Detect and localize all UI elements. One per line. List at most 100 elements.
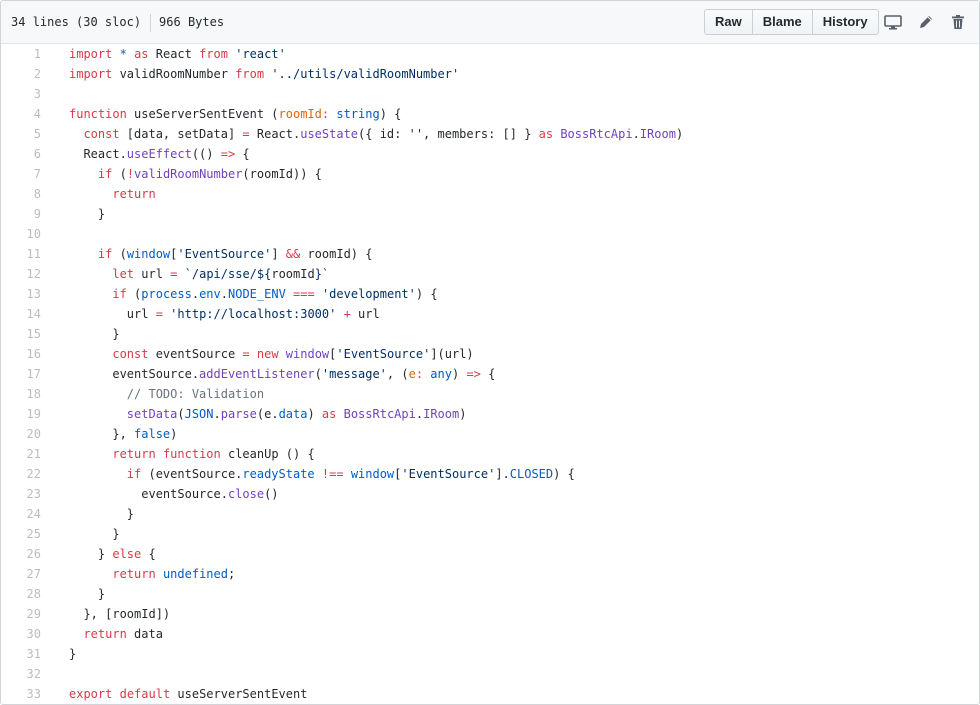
line-number[interactable]: 17 bbox=[1, 364, 41, 384]
line-number[interactable]: 29 bbox=[1, 604, 41, 624]
line-number[interactable]: 9 bbox=[1, 204, 41, 224]
code-token: ) bbox=[675, 127, 684, 141]
code-token: process bbox=[141, 287, 192, 301]
code-token: ( bbox=[314, 367, 322, 381]
code-token: { bbox=[141, 547, 156, 561]
code-line: 8 return bbox=[1, 184, 979, 204]
code-token: ( bbox=[112, 167, 127, 181]
line-number[interactable]: 4 bbox=[1, 104, 41, 124]
code-token: `/api/sse/${ bbox=[184, 267, 272, 281]
line-number[interactable]: 10 bbox=[1, 224, 41, 244]
line-content: export default useServerSentEvent bbox=[69, 684, 307, 704]
line-number[interactable]: 27 bbox=[1, 564, 41, 584]
history-button[interactable]: History bbox=[811, 9, 879, 35]
desktop-icon[interactable] bbox=[884, 13, 902, 31]
blame-button[interactable]: Blame bbox=[751, 9, 813, 35]
line-number[interactable]: 23 bbox=[1, 484, 41, 504]
code-token: ( bbox=[112, 247, 127, 261]
line-number[interactable]: 15 bbox=[1, 324, 41, 344]
line-number[interactable]: 5 bbox=[1, 124, 41, 144]
code-token: 'react' bbox=[235, 47, 286, 61]
line-number[interactable]: 20 bbox=[1, 424, 41, 444]
code-token: window bbox=[285, 347, 330, 361]
code-token: IRoom bbox=[639, 127, 676, 141]
line-number[interactable]: 30 bbox=[1, 624, 41, 644]
line-content: }, false) bbox=[69, 424, 177, 444]
line-number[interactable]: 2 bbox=[1, 64, 41, 84]
line-number[interactable]: 21 bbox=[1, 444, 41, 464]
code-line: 19 setData(JSON.parse(e.data) as BossRtc… bbox=[1, 404, 979, 424]
code-token: => bbox=[220, 147, 236, 161]
divider bbox=[150, 13, 152, 32]
code-token: } bbox=[69, 527, 120, 541]
line-content: } bbox=[69, 524, 120, 544]
line-number[interactable]: 3 bbox=[1, 84, 41, 104]
line-content: import validRoomNumber from '../utils/va… bbox=[69, 64, 459, 84]
line-content: if (eventSource.readyState !== window['E… bbox=[69, 464, 575, 484]
code-line: 10 bbox=[1, 224, 979, 244]
code-line: 23 eventSource.close() bbox=[1, 484, 979, 504]
code-token: import bbox=[69, 67, 113, 81]
code-token: ) { bbox=[553, 467, 575, 481]
code-token: any bbox=[430, 367, 452, 381]
line-number[interactable]: 14 bbox=[1, 304, 41, 324]
code-line: 21 return function cleanUp () { bbox=[1, 444, 979, 464]
line-number[interactable]: 31 bbox=[1, 644, 41, 664]
raw-button[interactable]: Raw bbox=[704, 9, 753, 35]
code-line: 6 React.useEffect(() => { bbox=[1, 144, 979, 164]
line-content: url = 'http://localhost:3000' + url bbox=[69, 304, 380, 324]
line-number[interactable]: 8 bbox=[1, 184, 41, 204]
line-number[interactable]: 32 bbox=[1, 664, 41, 684]
code-token: import bbox=[69, 47, 113, 61]
line-number[interactable]: 7 bbox=[1, 164, 41, 184]
line-number[interactable]: 25 bbox=[1, 524, 41, 544]
code-line: 5 const [data, setData] = React.useState… bbox=[1, 124, 979, 144]
code-token: ](url) bbox=[430, 347, 474, 361]
code-token: roomId bbox=[278, 107, 322, 121]
code-line: 28 } bbox=[1, 584, 979, 604]
code-token: false bbox=[134, 427, 171, 441]
line-number[interactable]: 22 bbox=[1, 464, 41, 484]
code-line: 24 } bbox=[1, 504, 979, 524]
line-number[interactable]: 28 bbox=[1, 584, 41, 604]
code-token: (e. bbox=[256, 407, 279, 421]
code-token: { bbox=[480, 367, 496, 381]
line-number[interactable]: 24 bbox=[1, 504, 41, 524]
line-number[interactable]: 12 bbox=[1, 264, 41, 284]
line-number[interactable]: 1 bbox=[1, 44, 41, 64]
code-line: 7 if (!validRoomNumber(roomId)) { bbox=[1, 164, 979, 184]
code-token: ; bbox=[227, 567, 236, 581]
code-token: from bbox=[235, 67, 265, 81]
line-number[interactable]: 33 bbox=[1, 684, 41, 704]
code-token: validRoomNumber bbox=[112, 67, 236, 81]
line-count: 34 lines (30 sloc) bbox=[11, 15, 142, 29]
line-number[interactable]: 6 bbox=[1, 144, 41, 164]
pencil-icon[interactable] bbox=[917, 13, 935, 31]
code-token: . bbox=[220, 287, 228, 301]
line-content: return function cleanUp () { bbox=[69, 444, 314, 464]
line-number[interactable]: 26 bbox=[1, 544, 41, 564]
code-token: => bbox=[466, 367, 481, 381]
code-token: return bbox=[83, 627, 127, 641]
line-number[interactable]: 11 bbox=[1, 244, 41, 264]
line-content: const eventSource = new window['EventSou… bbox=[69, 344, 474, 364]
code-token: string bbox=[336, 107, 380, 121]
line-content: } bbox=[69, 324, 119, 344]
code-token: window bbox=[126, 247, 171, 261]
code-token: roomId) { bbox=[300, 247, 373, 261]
line-number[interactable]: 19 bbox=[1, 404, 41, 424]
trash-icon[interactable] bbox=[949, 13, 967, 31]
line-number[interactable]: 13 bbox=[1, 284, 41, 304]
line-number[interactable]: 16 bbox=[1, 344, 41, 364]
code-token: . bbox=[213, 407, 221, 421]
line-content: return bbox=[69, 184, 155, 204]
code-token: e bbox=[408, 367, 416, 381]
line-number[interactable]: 18 bbox=[1, 384, 41, 404]
code-token: (roomId)) { bbox=[242, 167, 322, 181]
